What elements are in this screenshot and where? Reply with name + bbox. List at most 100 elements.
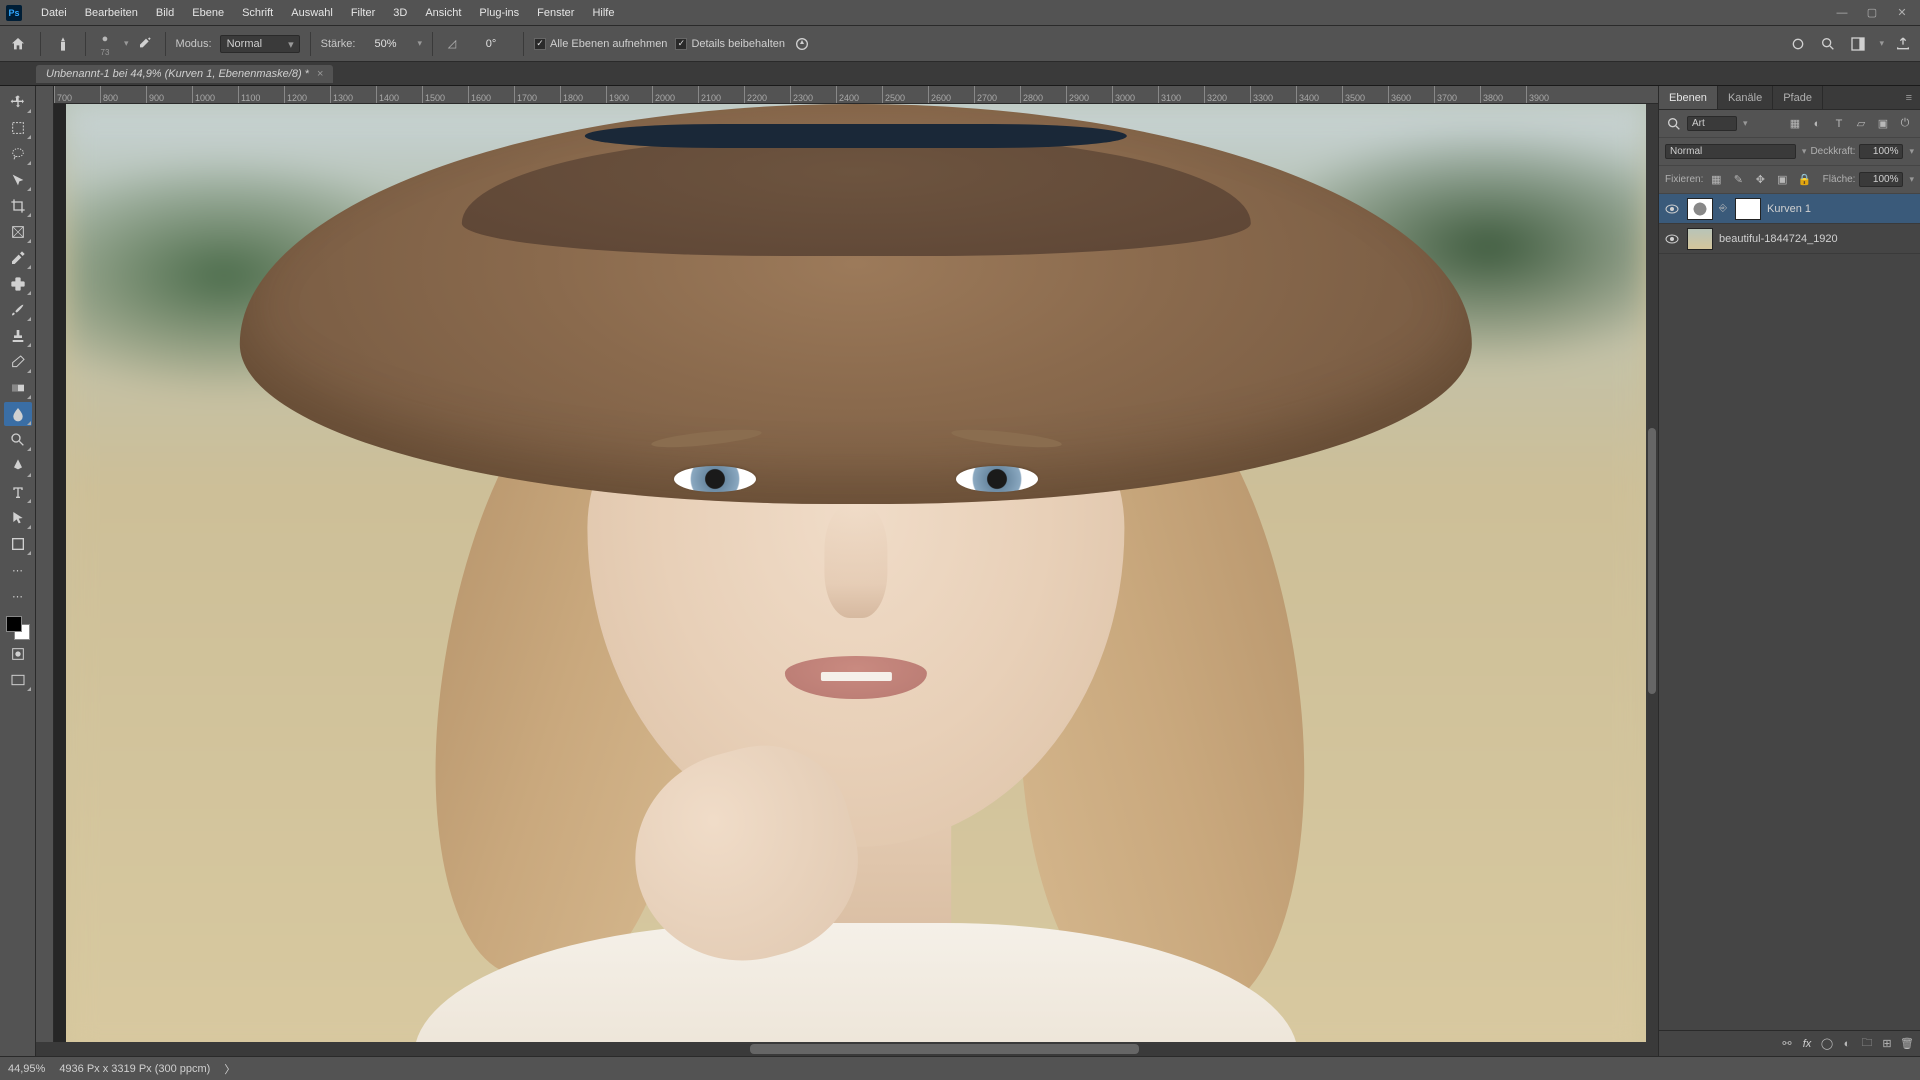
menu-ansicht[interactable]: Ansicht xyxy=(416,0,470,25)
ruler-horizontal[interactable]: 7008009001000110012001300140015001600170… xyxy=(54,86,1658,104)
menu-schrift[interactable]: Schrift xyxy=(233,0,282,25)
scrollbar-thumb[interactable] xyxy=(1648,428,1656,695)
screen-mode-icon[interactable] xyxy=(4,668,32,692)
filter-pixel-icon[interactable]: ▦ xyxy=(1786,115,1804,133)
blend-mode-select[interactable]: Normal xyxy=(1665,144,1796,159)
chevron-down-icon[interactable]: ▾ xyxy=(1879,38,1884,49)
color-swatch[interactable] xyxy=(6,616,30,640)
pressure-icon[interactable] xyxy=(793,35,811,53)
lock-all-icon[interactable]: 🔒 xyxy=(1795,171,1813,189)
marquee-tool[interactable] xyxy=(4,116,32,140)
panel-menu-icon[interactable]: ≡ xyxy=(1898,86,1920,109)
menu-ebene[interactable]: Ebene xyxy=(183,0,233,25)
layer-row[interactable]: beautiful-1844724_1920 xyxy=(1659,224,1920,254)
lock-paint-icon[interactable]: ✎ xyxy=(1729,171,1747,189)
close-button[interactable]: ✕ xyxy=(1890,4,1914,22)
opacity-input[interactable]: 100% xyxy=(1859,144,1903,159)
tab-layers[interactable]: Ebenen xyxy=(1659,86,1718,109)
mode-select[interactable]: Normal xyxy=(220,35,300,53)
angle-input[interactable]: 0° xyxy=(469,38,513,50)
menu-filter[interactable]: Filter xyxy=(342,0,384,25)
menu-auswahl[interactable]: Auswahl xyxy=(282,0,342,25)
layer-fx-icon[interactable]: fx xyxy=(1798,1035,1816,1053)
filter-toggle-icon[interactable]: ⏻ xyxy=(1896,115,1914,133)
filter-adjust-icon[interactable]: ◐ xyxy=(1808,115,1826,133)
stamp-tool[interactable] xyxy=(4,324,32,348)
edit-toolbar-icon[interactable]: ⋯ xyxy=(4,584,32,608)
cloud-icon[interactable] xyxy=(1787,33,1809,55)
menu-datei[interactable]: Datei xyxy=(32,0,76,25)
chevron-down-icon[interactable]: ▾ xyxy=(124,38,129,49)
menu-fenster[interactable]: Fenster xyxy=(528,0,583,25)
brush-settings-icon[interactable] xyxy=(137,35,155,53)
zoom-level[interactable]: 44,95% xyxy=(8,1063,45,1075)
delete-layer-icon[interactable]: 🗑 xyxy=(1898,1035,1916,1053)
horizontal-scrollbar[interactable] xyxy=(36,1042,1658,1056)
blur-tool[interactable] xyxy=(4,402,32,426)
brush-preview-icon[interactable]: ● xyxy=(96,30,114,48)
frame-tool[interactable] xyxy=(4,220,32,244)
path-select-tool[interactable] xyxy=(4,506,32,530)
sample-all-layers-checkbox[interactable]: ✓Alle Ebenen aufnehmen xyxy=(534,38,667,50)
new-layer-icon[interactable]: ⊞ xyxy=(1878,1035,1896,1053)
layer-mask-icon[interactable]: ◯ xyxy=(1818,1035,1836,1053)
filter-type-icon[interactable]: T xyxy=(1830,115,1848,133)
workspace-icon[interactable] xyxy=(1847,33,1869,55)
quick-mask-icon[interactable] xyxy=(4,642,32,666)
ruler-vertical[interactable] xyxy=(36,86,54,1056)
lock-position-icon[interactable]: ✥ xyxy=(1751,171,1769,189)
vertical-scrollbar[interactable] xyxy=(1646,104,1658,1056)
filter-shape-icon[interactable]: ▱ xyxy=(1852,115,1870,133)
layer-name[interactable]: beautiful-1844724_1920 xyxy=(1719,233,1838,245)
more-tools-icon[interactable]: ⋯ xyxy=(4,558,32,582)
adjustment-layer-icon[interactable]: ◐ xyxy=(1838,1035,1856,1053)
menu-bild[interactable]: Bild xyxy=(147,0,183,25)
quick-select-tool[interactable] xyxy=(4,168,32,192)
type-tool[interactable] xyxy=(4,480,32,504)
crop-tool[interactable] xyxy=(4,194,32,218)
preserve-detail-checkbox[interactable]: ✓Details beibehalten xyxy=(675,38,785,50)
dodge-tool[interactable] xyxy=(4,428,32,452)
eyedropper-tool[interactable] xyxy=(4,246,32,270)
status-chevron-icon[interactable]: 〉 xyxy=(224,1061,235,1077)
menu-plug-ins[interactable]: Plug-ins xyxy=(470,0,528,25)
eraser-tool[interactable] xyxy=(4,350,32,374)
menu-3d[interactable]: 3D xyxy=(384,0,416,25)
tool-preset-icon[interactable] xyxy=(51,32,75,56)
lock-transparent-icon[interactable]: ▦ xyxy=(1707,171,1725,189)
share-icon[interactable] xyxy=(1892,33,1914,55)
scrollbar-thumb[interactable] xyxy=(750,1044,1139,1054)
home-button[interactable] xyxy=(6,32,30,56)
layer-visibility-icon[interactable] xyxy=(1663,230,1681,248)
pen-tool[interactable] xyxy=(4,454,32,478)
shape-tool[interactable] xyxy=(4,532,32,556)
filter-smart-icon[interactable]: ▣ xyxy=(1874,115,1892,133)
document-info[interactable]: 4936 Px x 3319 Px (300 ppcm) xyxy=(59,1063,210,1075)
canvas[interactable] xyxy=(66,104,1646,1056)
lock-artboard-icon[interactable]: ▣ xyxy=(1773,171,1791,189)
menu-hilfe[interactable]: Hilfe xyxy=(583,0,623,25)
adjustment-thumb[interactable] xyxy=(1687,198,1713,220)
layer-thumb[interactable] xyxy=(1687,228,1713,250)
layer-row[interactable]: ⎆Kurven 1 xyxy=(1659,194,1920,224)
brush-tool[interactable] xyxy=(4,298,32,322)
link-layers-icon[interactable]: ⚯ xyxy=(1778,1035,1796,1053)
minimize-button[interactable]: — xyxy=(1830,4,1854,22)
menu-bearbeiten[interactable]: Bearbeiten xyxy=(76,0,147,25)
layer-name[interactable]: Kurven 1 xyxy=(1767,203,1811,215)
strength-input[interactable]: 50% xyxy=(363,38,407,50)
gradient-tool[interactable] xyxy=(4,376,32,400)
chevron-down-icon[interactable]: ▾ xyxy=(417,38,422,49)
tab-paths[interactable]: Pfade xyxy=(1773,86,1823,109)
healing-tool[interactable] xyxy=(4,272,32,296)
move-tool[interactable] xyxy=(4,90,32,114)
mask-thumb[interactable] xyxy=(1735,198,1761,220)
search-icon[interactable] xyxy=(1817,33,1839,55)
close-tab-icon[interactable]: × xyxy=(317,68,323,80)
fill-input[interactable]: 100% xyxy=(1859,172,1903,187)
tab-channels[interactable]: Kanäle xyxy=(1718,86,1773,109)
layer-filter-select[interactable]: Art xyxy=(1687,116,1737,131)
layer-group-icon[interactable]: 🗀 xyxy=(1858,1035,1876,1053)
document-tab[interactable]: Unbenannt-1 bei 44,9% (Kurven 1, Ebenenm… xyxy=(36,65,333,83)
maximize-button[interactable]: ▢ xyxy=(1860,4,1884,22)
